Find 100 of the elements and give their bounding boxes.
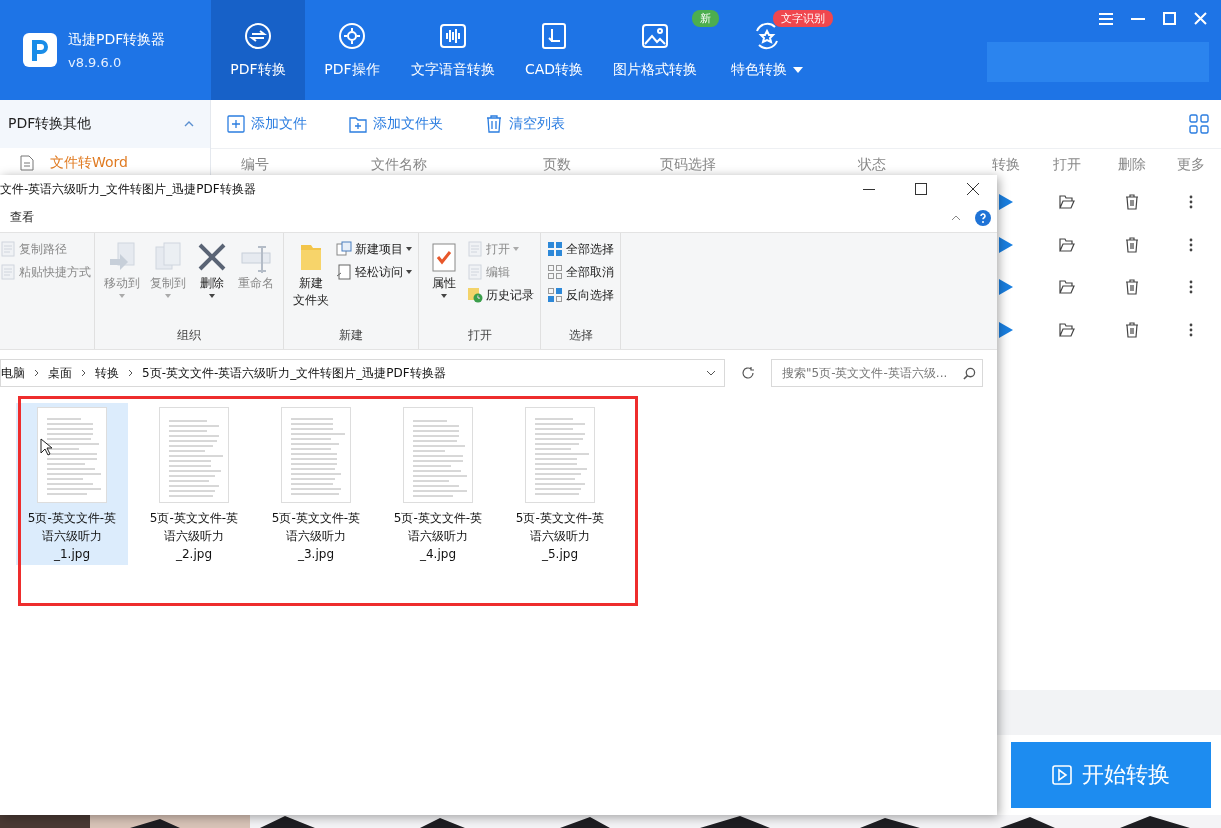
breadcrumb[interactable]: 电脑 [1,364,25,382]
group-label: 选择 [567,327,594,344]
breadcrumb[interactable]: 5页-英文文件-英语六级听力_文件转图片_迅捷PDF转换器 [142,364,446,382]
caret-icon [119,294,125,298]
toolbar-button[interactable]: 添加文件 [227,115,307,133]
wave-icon [438,21,468,51]
column-header: 状态 [857,156,887,174]
grid-view-icon[interactable] [1189,114,1209,134]
breadcrumb[interactable]: 桌面 [48,364,72,382]
file-item[interactable]: 5页-英文文件-英语六级听力_4.jpg [382,403,494,565]
nav-tab[interactable]: 文字识别 特色转换 [719,0,833,100]
trash-icon[interactable] [1125,321,1139,338]
new-item-icon [336,241,352,257]
file-item[interactable]: 5页-英文文件-英语六级听力_1.jpg [16,403,128,565]
toolbar-button[interactable]: 添加文件夹 [349,115,443,133]
image-icon [640,21,670,51]
column-header: 转换 [991,156,1021,174]
play-icon [1052,765,1072,785]
invert-icon [547,287,563,303]
help-icon[interactable] [975,209,991,226]
column-header: 删除 [1117,156,1147,174]
add-folder-icon [349,115,367,133]
search-field[interactable]: 搜索"5页-英文文件-英语六级... [771,359,983,387]
document-icon [20,155,34,171]
group-label: 组织 [176,327,202,344]
group-label: 打开 [466,327,493,344]
folder-icon[interactable] [1059,195,1075,210]
breadcrumb[interactable]: 转换 [95,364,119,382]
trash-icon[interactable] [1125,236,1139,253]
ribbon-button[interactable]: 属性 [425,239,463,327]
window-title: 文件-英语六级听力_文件转图片_迅捷PDF转换器 [0,180,256,198]
ribbon-button[interactable]: 历史记录 [467,285,534,305]
add-file-icon [227,115,245,133]
nav-tab[interactable]: PDF转换 [211,0,305,100]
file-item[interactable]: 5页-英文文件-英语六级听力_5.jpg [504,403,616,565]
play-icon[interactable] [999,236,1013,253]
ribbon-button[interactable]: 轻松访问 [336,262,412,282]
column-header: 更多 [1175,156,1206,174]
trash-icon[interactable] [1125,279,1139,296]
caret-icon [793,67,803,73]
dropdown-icon[interactable] [706,370,716,376]
minimize-icon[interactable] [863,188,875,190]
column-header: 打开 [1052,156,1082,174]
cursor-icon [40,438,52,456]
folder-icon[interactable] [1059,322,1075,337]
toolbar-button[interactable]: 清空列表 [485,115,565,133]
caret-icon [406,247,412,251]
folder-icon[interactable] [1059,280,1075,295]
collapse-icon[interactable] [951,214,961,221]
chevron-icon [81,369,86,377]
column-header: 编号 [240,156,270,174]
more-icon[interactable] [1188,195,1193,210]
app-version: v8.9.6.0 [68,54,123,70]
folder-icon[interactable] [1059,237,1075,252]
more-icon[interactable] [1188,280,1193,295]
more-icon[interactable] [1188,237,1193,252]
ribbon-button[interactable]: 反向选择 [547,285,614,305]
gear-icon [337,21,367,51]
nav-tab[interactable]: PDF操作 [305,0,399,100]
refresh-icon[interactable] [741,366,755,380]
address-bar[interactable]: 电脑 桌面 转换 5页-英文文件-英语六级听力_文件转图片_迅捷PDF转换器 [0,359,725,387]
nav-tab[interactable]: 文字语音转换 [399,0,507,100]
badge: 文字识别 [773,10,833,27]
column-header: 页数 [541,156,572,174]
ribbon-button[interactable]: 新建 文件夹 [290,239,332,327]
ribbon-button[interactable]: 删除 [193,239,231,327]
ribbon-button[interactable]: 全部取消 [547,262,614,282]
caret-icon [406,270,412,274]
caret-icon [209,294,215,298]
play-icon[interactable] [999,194,1013,211]
more-icon[interactable] [1188,322,1193,337]
sidebar-header[interactable]: PDF转换其他 [0,100,210,148]
column-header: 文件名称 [370,156,428,174]
copy-icon [152,241,184,273]
play-icon[interactable] [999,321,1013,338]
select-all-icon [547,241,563,257]
close-icon[interactable] [967,183,979,195]
delete-icon [196,241,228,273]
menu-icon[interactable] [1099,12,1113,25]
ribbon-button[interactable]: 全部选择 [547,239,614,259]
ribbon-tab[interactable]: 查看 [0,209,34,226]
ribbon-button[interactable]: 新建项目 [336,239,412,259]
nav-tab[interactable]: CAD转换 [507,0,601,100]
nav-tab[interactable]: 新 图片格式转换 [601,0,719,100]
search-icon [963,366,976,380]
play-icon[interactable] [999,279,1013,296]
group-label: 新建 [338,327,364,344]
column-header: 页码选择 [659,156,717,174]
file-item[interactable]: 5页-英文文件-英语六级听力_3.jpg [260,403,372,565]
trash-icon [485,115,503,133]
app-name: 迅捷PDF转换器 [68,30,166,49]
caret-icon [513,247,519,251]
maximize-icon[interactable] [915,183,927,195]
chevron-icon [34,369,39,377]
chevron-icon [128,369,133,377]
select-none-icon [547,264,563,280]
trash-icon[interactable] [1125,194,1139,211]
convert-icon [243,21,273,51]
history-icon [467,287,483,303]
file-item[interactable]: 5页-英文文件-英语六级听力_2.jpg [138,403,250,565]
